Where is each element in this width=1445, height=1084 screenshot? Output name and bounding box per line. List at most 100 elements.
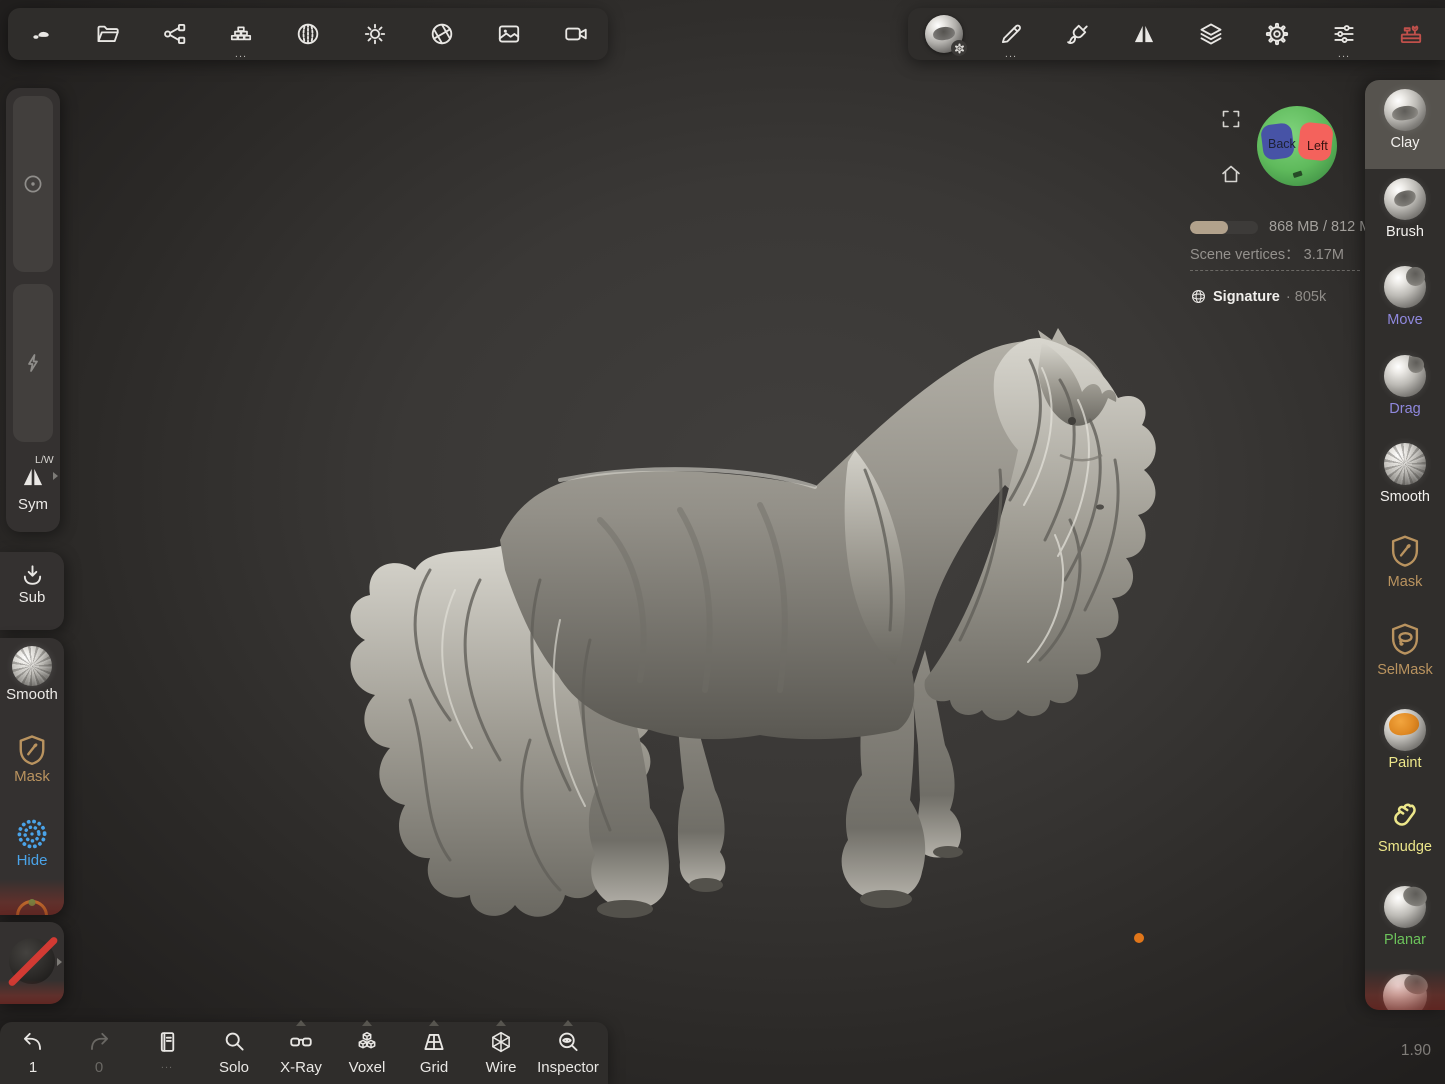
smooth-quick-label: Smooth — [6, 686, 58, 703]
memory-bar — [1190, 221, 1258, 234]
settings-gear-icon — [1264, 21, 1290, 47]
redo-button[interactable]: 0 — [74, 1029, 124, 1076]
tool-paint-label: Paint — [1388, 755, 1421, 771]
mask-quick-button[interactable]: Mask — [0, 732, 64, 785]
shading-button[interactable] — [280, 8, 336, 60]
tool-smooth[interactable]: Smooth — [1365, 434, 1445, 523]
tool-paint[interactable]: Paint — [1365, 700, 1445, 789]
brush-sphere-icon — [1384, 178, 1426, 220]
sym-expand-arrow[interactable] — [53, 472, 58, 480]
nomad-sculpt-app: 1.90 — [0, 0, 1445, 1084]
solo-button[interactable]: Solo — [204, 1029, 264, 1076]
memory-bar-fill — [1190, 221, 1228, 234]
grid-label: Grid — [420, 1059, 448, 1076]
home-view-button[interactable] — [1219, 162, 1243, 191]
alpha-none-button[interactable] — [9, 938, 55, 984]
version-label: 1.90 — [1401, 1042, 1431, 1060]
top-left-toolbar: ... — [8, 8, 608, 60]
notes-button[interactable]: ... — [140, 1029, 194, 1071]
topology-more: ... — [213, 49, 269, 59]
undo-count: 1 — [29, 1059, 37, 1076]
painting-button[interactable] — [1049, 8, 1105, 60]
app-logo-button[interactable] — [13, 8, 69, 60]
pencil-brush-icon — [998, 21, 1024, 47]
tool-planar[interactable]: Planar — [1365, 877, 1445, 966]
lightning-bolt-icon — [21, 351, 45, 375]
alpha-none-icon — [9, 938, 55, 984]
fullscreen-icon — [1219, 107, 1243, 131]
files-button[interactable] — [80, 8, 136, 60]
mask-shield-icon — [14, 732, 50, 768]
matcap-sphere-icon — [295, 21, 321, 47]
layers-stack-icon — [1198, 21, 1224, 47]
tool-brush[interactable]: Brush — [1365, 169, 1445, 258]
selmask-shield-icon — [1386, 620, 1424, 658]
scene-graph-button[interactable] — [147, 8, 203, 60]
radius-slider[interactable] — [13, 96, 53, 272]
gizmo-back-label: Back — [1268, 137, 1297, 151]
paint-sphere-icon — [1384, 709, 1426, 751]
background-button[interactable] — [481, 8, 537, 60]
lighting-sun-icon — [362, 21, 388, 47]
toolbox-button[interactable] — [1383, 8, 1439, 60]
tool-move[interactable]: Move — [1365, 257, 1445, 346]
material-ball-icon — [925, 15, 963, 53]
wire-sphere-icon — [1190, 288, 1207, 305]
wire-caret — [496, 1020, 506, 1026]
stroke-more: ... — [983, 49, 1039, 59]
tool-clay[interactable]: Clay — [1365, 80, 1445, 169]
xray-glasses-icon — [288, 1029, 314, 1055]
voxel-button[interactable]: Voxel — [334, 1029, 400, 1076]
hide-quick-button[interactable]: Hide — [0, 816, 64, 869]
material-button[interactable] — [916, 8, 972, 60]
tool-mask[interactable]: Mask — [1365, 523, 1445, 612]
settings-button[interactable] — [1249, 8, 1305, 60]
symmetry-toggle[interactable] — [20, 464, 46, 495]
undo-button[interactable]: 1 — [8, 1029, 58, 1076]
camera-video-icon — [563, 21, 589, 47]
left-slider-panel: L/W Sym — [6, 88, 60, 532]
tool-partial[interactable] — [1365, 965, 1445, 1010]
lighting-button[interactable] — [347, 8, 403, 60]
postprocess-button[interactable] — [414, 8, 470, 60]
symmetry-button[interactable] — [1116, 8, 1172, 60]
topology-button[interactable]: ... — [213, 8, 269, 60]
viewport-overlay: Back Left 868 MB / 812 M Scene vertices：… — [1185, 98, 1365, 318]
wire-button[interactable]: Wire — [468, 1029, 534, 1076]
intensity-slider[interactable] — [13, 284, 53, 442]
camera-button[interactable] — [548, 8, 604, 60]
gizmo-tool-partial[interactable] — [16, 900, 48, 915]
sub-panel: Sub — [0, 552, 64, 630]
wireframe-sphere-icon — [488, 1029, 514, 1055]
inspector-button[interactable]: Inspector — [530, 1029, 606, 1076]
alpha-expand-arrow[interactable] — [57, 958, 62, 966]
inspector-label: Inspector — [537, 1059, 599, 1076]
magnifier-icon — [221, 1029, 247, 1055]
hide-quick-label: Hide — [17, 852, 48, 869]
xray-button[interactable]: X-Ray — [268, 1029, 334, 1076]
mask-quick-label: Mask — [14, 768, 50, 785]
tool-drag[interactable]: Drag — [1365, 346, 1445, 435]
object-row[interactable]: Signature · 805k — [1190, 288, 1326, 305]
paintbrush-icon — [1064, 21, 1090, 47]
fullscreen-button[interactable] — [1219, 107, 1243, 136]
grid-button[interactable]: Grid — [402, 1029, 466, 1076]
wire-label: Wire — [486, 1059, 517, 1076]
tool-selmask-label: SelMask — [1377, 662, 1433, 678]
voxel-cubes-icon — [354, 1029, 380, 1055]
solo-label: Solo — [219, 1059, 249, 1076]
mirror-symmetry-icon — [1131, 21, 1157, 47]
tool-brush-label: Brush — [1386, 224, 1424, 240]
sub-button[interactable]: Sub — [0, 552, 64, 630]
tool-smudge[interactable]: Smudge — [1365, 788, 1445, 877]
interface-button[interactable]: ... — [1316, 8, 1372, 60]
tool-selmask[interactable]: SelMask — [1365, 611, 1445, 700]
smooth-quick-button[interactable]: Smooth — [0, 646, 64, 703]
partial-sphere-icon — [1383, 974, 1427, 1010]
layers-button[interactable] — [1183, 8, 1239, 60]
alpha-panel — [0, 922, 64, 1004]
redo-count: 0 — [95, 1059, 103, 1076]
gizmo-left-label: Left — [1307, 139, 1328, 153]
stroke-button[interactable]: ... — [983, 8, 1039, 60]
orientation-gizmo[interactable]: Back Left — [1255, 104, 1339, 193]
